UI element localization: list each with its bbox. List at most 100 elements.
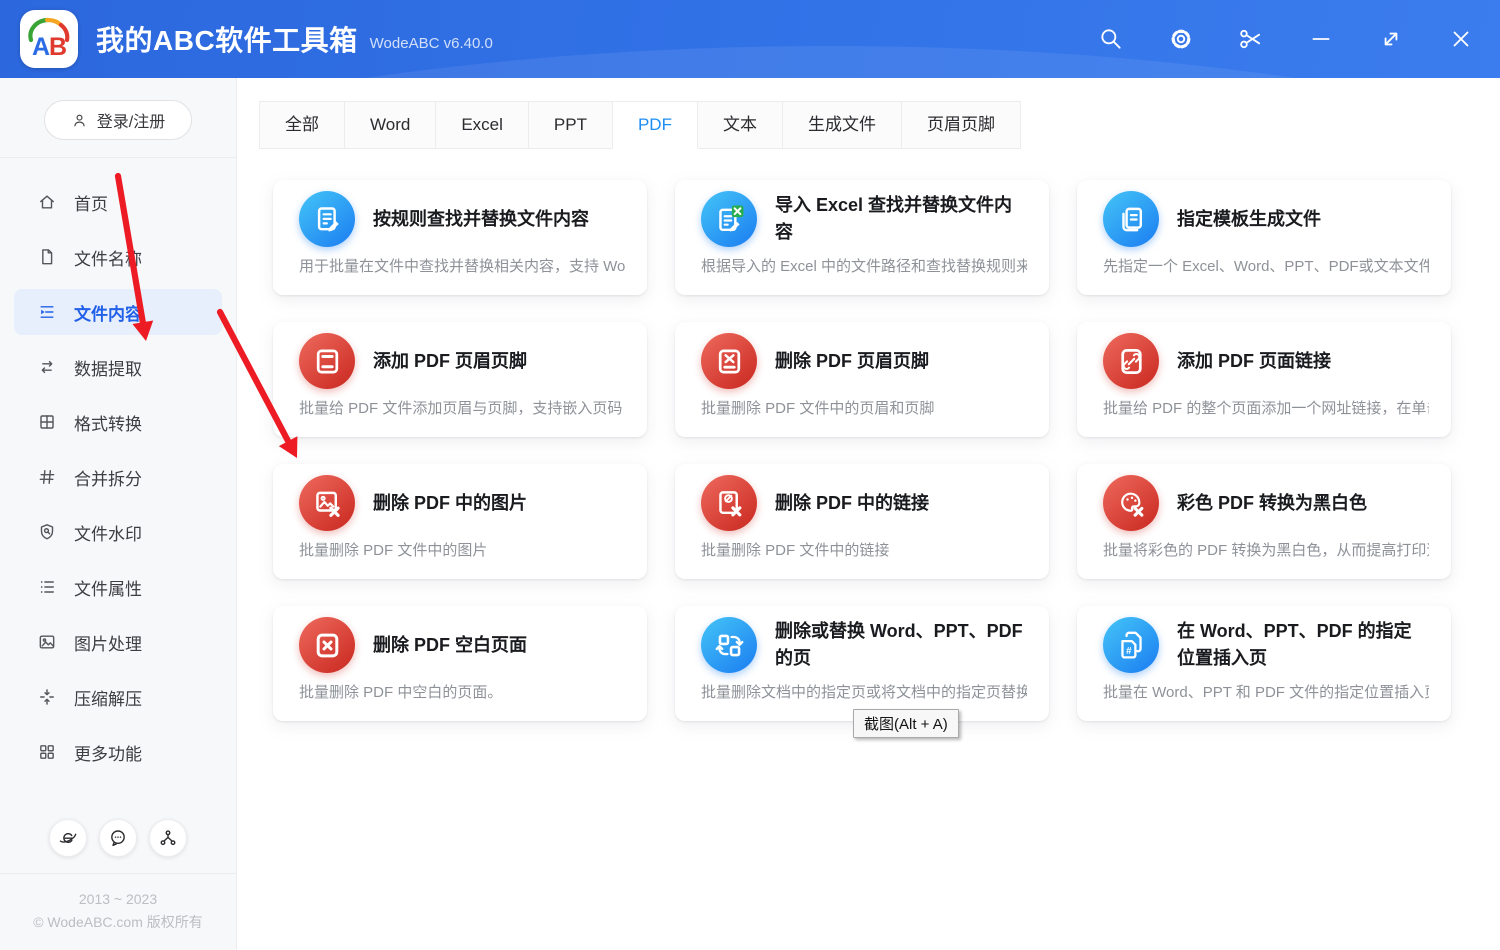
tab-excel[interactable]: Excel [435, 101, 529, 149]
card-description: 批量给 PDF 文件添加页眉与页脚，支持嵌入页码 [299, 397, 625, 418]
card-blank-page-delete[interactable]: 删除 PDF 空白页面批量删除 PDF 中空白的页面。 [273, 606, 647, 721]
color-to-bw-icon [1103, 475, 1159, 531]
card-head: 添加 PDF 页面链接 [1103, 332, 1429, 390]
header-footer-delete-icon [701, 333, 757, 389]
settings-icon [1168, 26, 1194, 52]
card-description: 用于批量在文件中查找并替换相关内容，支持 Word [299, 255, 625, 276]
sidebar-item-data-extract[interactable]: 数据提取 [14, 344, 222, 390]
sidebar-item-file-props[interactable]: 文件属性 [14, 564, 222, 610]
card-title: 按规则查找并替换文件内容 [373, 206, 589, 233]
card-doc-edit-excel[interactable]: 导入 Excel 查找并替换文件内容根据导入的 Excel 中的文件路径和查找替… [675, 180, 1049, 295]
person-icon [71, 112, 88, 129]
card-description: 批量删除 PDF 文件中的页眉和页脚 [701, 397, 1027, 418]
card-title: 指定模板生成文件 [1177, 206, 1321, 233]
maximize-button[interactable] [1378, 26, 1404, 52]
tab-all[interactable]: 全部 [259, 101, 345, 149]
card-description: 批量删除 PDF 文件中的链接 [701, 539, 1027, 560]
sidebar-item-label: 图片处理 [74, 630, 142, 655]
more-features-icon [37, 742, 57, 762]
card-insert-page[interactable]: #在 Word、PPT、PDF 的指定位置插入页批量在 Word、PPT 和 P… [1077, 606, 1451, 721]
card-description: 批量删除 PDF 中空白的页面。 [299, 681, 625, 702]
sidebar-item-label: 数据提取 [74, 355, 142, 380]
main-content: 全部WordExcelPPTPDF文本生成文件页眉页脚 按规则查找并替换文件内容… [237, 78, 1500, 950]
screenshot-tooltip: 截图(Alt + A) [853, 709, 959, 738]
screenshot-scissors-icon [1238, 26, 1264, 52]
card-head: 删除 PDF 中的图片 [299, 474, 625, 532]
maximize-icon [1378, 26, 1404, 52]
swap-pages-icon [701, 617, 757, 673]
tab-generate-file[interactable]: 生成文件 [782, 101, 902, 149]
sidebar-item-format-convert[interactable]: 格式转换 [14, 399, 222, 445]
sidebar-footer: 2013 ~ 2023 © WodeABC.com 版权所有 [0, 819, 236, 950]
card-color-to-bw[interactable]: 彩色 PDF 转换为黑白色批量将彩色的 PDF 转换为黑白色，从而提高打印速 [1077, 464, 1451, 579]
sidebar-item-label: 压缩解压 [74, 685, 142, 710]
card-swap-pages[interactable]: 删除或替换 Word、PPT、PDF 的页批量删除文档中的指定页或将文档中的指定… [675, 606, 1049, 721]
card-description: 批量给 PDF 的整个页面添加一个网址链接，在单击 [1103, 397, 1429, 418]
card-head: 彩色 PDF 转换为黑白色 [1103, 474, 1429, 532]
file-content-icon [37, 302, 57, 322]
tab-ppt[interactable]: PPT [528, 101, 613, 149]
card-doc-edit[interactable]: 按规则查找并替换文件内容用于批量在文件中查找并替换相关内容，支持 Word [273, 180, 647, 295]
card-header-footer-add[interactable]: 添加 PDF 页眉页脚批量给 PDF 文件添加页眉与页脚，支持嵌入页码 [273, 322, 647, 437]
card-title: 添加 PDF 页眉页脚 [373, 348, 527, 375]
page-link-add-icon [1103, 333, 1159, 389]
card-head: #在 Word、PPT、PDF 的指定位置插入页 [1103, 616, 1429, 674]
card-link-delete[interactable]: 删除 PDF 中的链接批量删除 PDF 文件中的链接 [675, 464, 1049, 579]
copyright-owner: © WodeABC.com 版权所有 [0, 911, 236, 934]
card-title: 删除或替换 Word、PPT、PDF 的页 [775, 618, 1027, 672]
data-extract-icon [37, 357, 57, 377]
card-page-link-add[interactable]: 添加 PDF 页面链接批量给 PDF 的整个页面添加一个网址链接，在单击 [1077, 322, 1451, 437]
card-head: 指定模板生成文件 [1103, 190, 1429, 248]
share-network-button[interactable] [149, 819, 187, 857]
sidebar-item-label: 文件名称 [74, 245, 142, 270]
sidebar-item-compress[interactable]: 压缩解压 [14, 674, 222, 720]
card-image-delete[interactable]: 删除 PDF 中的图片批量删除 PDF 文件中的图片 [273, 464, 647, 579]
card-description: 批量将彩色的 PDF 转换为黑白色，从而提高打印速 [1103, 539, 1429, 560]
card-description: 根据导入的 Excel 中的文件路径和查找替换规则来批 [701, 255, 1027, 276]
svg-text:#: # [1126, 645, 1132, 656]
header-footer-add-icon [299, 333, 355, 389]
sidebar-item-merge-split[interactable]: 合并拆分 [14, 454, 222, 500]
doc-edit-excel-icon [701, 191, 757, 247]
tab-pdf[interactable]: PDF [612, 101, 698, 149]
file-props-icon [37, 577, 57, 597]
copyright-years: 2013 ~ 2023 [0, 888, 236, 911]
sidebar-item-file-name[interactable]: 文件名称 [14, 234, 222, 280]
compress-icon [37, 687, 57, 707]
sidebar-item-watermark[interactable]: 文件水印 [14, 509, 222, 555]
tab-text[interactable]: 文本 [697, 101, 783, 149]
tab-bar: 全部WordExcelPPTPDF文本生成文件页眉页脚 [259, 101, 1500, 149]
settings-button[interactable] [1168, 26, 1194, 52]
sidebar-item-image-process[interactable]: 图片处理 [14, 619, 222, 665]
tab-header-footer[interactable]: 页眉页脚 [901, 101, 1021, 149]
feedback-chat-button[interactable] [99, 819, 137, 857]
sidebar-item-label: 格式转换 [74, 410, 142, 435]
blank-page-delete-icon [299, 617, 355, 673]
close-button[interactable] [1448, 26, 1474, 52]
app-logo: AB [20, 10, 78, 68]
screenshot-scissors-button[interactable] [1238, 26, 1264, 52]
search-button[interactable] [1098, 26, 1124, 52]
card-doc-stack[interactable]: 指定模板生成文件先指定一个 Excel、Word、PPT、PDF或文本文件作 [1077, 180, 1451, 295]
sidebar-nav: 首页文件名称文件内容数据提取格式转换合并拆分文件水印文件属性图片处理压缩解压更多… [0, 158, 236, 775]
sidebar-item-file-content[interactable]: 文件内容 [14, 289, 222, 335]
card-title: 删除 PDF 空白页面 [373, 632, 527, 659]
card-header-footer-delete[interactable]: 删除 PDF 页眉页脚批量删除 PDF 文件中的页眉和页脚 [675, 322, 1049, 437]
link-delete-icon [701, 475, 757, 531]
sidebar-item-label: 文件内容 [74, 300, 142, 325]
minimize-button[interactable] [1308, 26, 1334, 52]
image-process-icon [37, 632, 57, 652]
header-actions [1098, 26, 1500, 52]
app-title: 我的ABC软件工具箱 [96, 19, 358, 59]
tab-word[interactable]: Word [344, 101, 436, 149]
sidebar-item-label: 文件属性 [74, 575, 142, 600]
card-title: 彩色 PDF 转换为黑白色 [1177, 490, 1367, 517]
sidebar-item-more-features[interactable]: 更多功能 [14, 729, 222, 775]
tool-card-grid: 按规则查找并替换文件内容用于批量在文件中查找并替换相关内容，支持 Word导入 … [273, 180, 1500, 721]
login-register-button[interactable]: 登录/注册 [44, 100, 192, 140]
format-convert-icon [37, 412, 57, 432]
sidebar-item-home[interactable]: 首页 [14, 179, 222, 225]
browser-button[interactable] [49, 819, 87, 857]
share-network-icon [158, 828, 178, 848]
close-icon [1448, 26, 1474, 52]
